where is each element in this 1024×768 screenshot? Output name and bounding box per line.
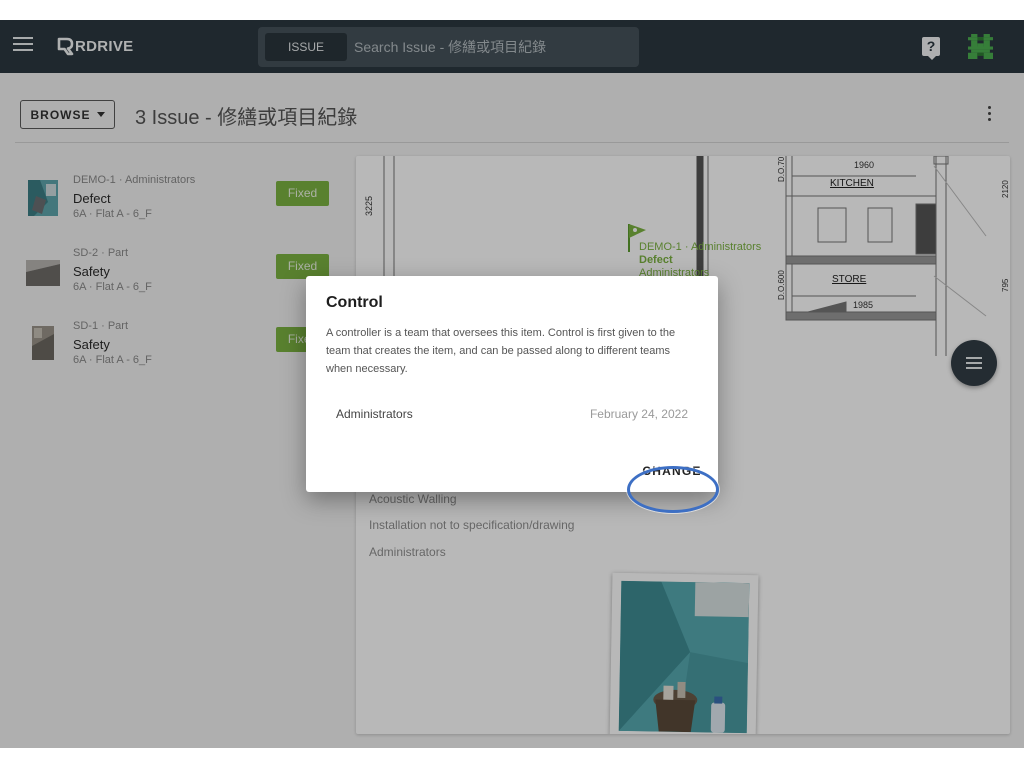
dialog-title: Control	[326, 294, 383, 311]
highlight-annotation	[627, 466, 719, 513]
controller-date: February 24, 2022	[589, 407, 688, 421]
controller-team: Administrators	[336, 407, 413, 421]
control-dialog: Control A controller is a team that over…	[306, 276, 718, 492]
dialog-body: A controller is a team that oversees thi…	[326, 327, 676, 375]
app-frame: RDRIVE ISSUE ? BROWSE 3 Issue - 修繕或項目紀錄	[0, 20, 1024, 748]
